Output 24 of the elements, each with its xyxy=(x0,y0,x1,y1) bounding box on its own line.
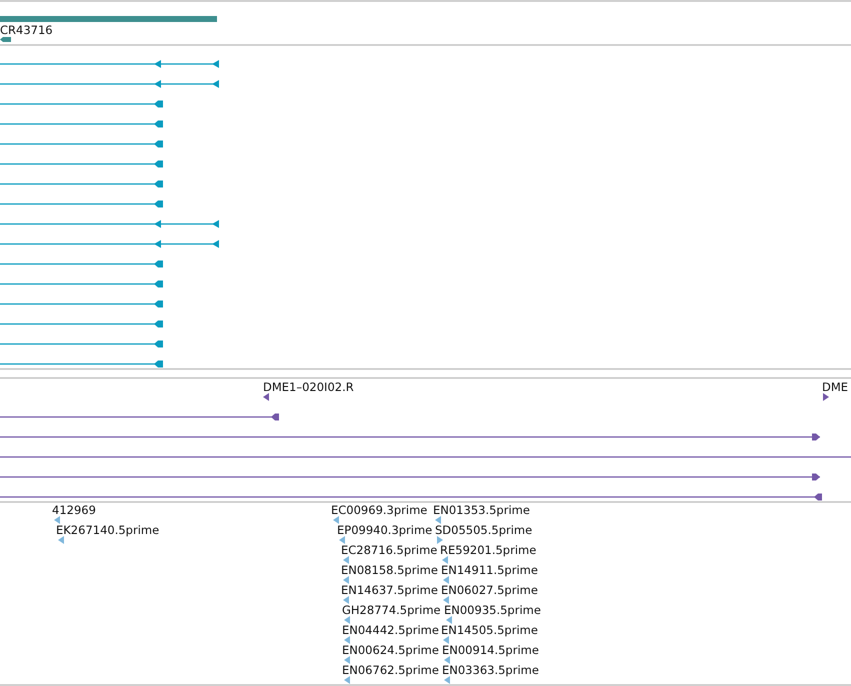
est-label: EN00914.5prime xyxy=(442,643,539,657)
gene-feature xyxy=(0,37,11,42)
est-label: EN04442.5prime xyxy=(342,623,439,637)
est-label: 412969 xyxy=(52,503,96,517)
est-label: EC28716.5prime xyxy=(341,543,438,557)
est-label: EN00935.5prime xyxy=(444,603,541,617)
est-label: GH28774.5prime xyxy=(342,603,441,617)
est-label: EN14637.5prime xyxy=(341,583,438,597)
est-label: EN14505.5prime xyxy=(441,623,538,637)
clone-label: DME xyxy=(822,380,848,394)
est-label: EP09940.3prime xyxy=(337,523,432,537)
est-label: EN00624.5prime xyxy=(342,643,439,657)
est-label: EN14911.5prime xyxy=(441,563,538,577)
est-label: EK267140.5prime xyxy=(56,523,160,537)
est-label: EN06762.5prime xyxy=(342,663,439,677)
est-label: RE59201.5prime xyxy=(440,543,536,557)
est-label: SD05505.5prime xyxy=(435,523,532,537)
est-label: EN08158.5prime xyxy=(341,563,438,577)
est-label: EN03363.5prime xyxy=(442,663,539,677)
clone-label: DME1–020I02.R xyxy=(263,380,354,394)
est-label: EN01353.5prime xyxy=(433,503,530,517)
gene-label: CR43716 xyxy=(0,23,53,37)
est-label: EN06027.5prime xyxy=(441,583,538,597)
est-label: EC00969.3prime xyxy=(331,503,428,517)
